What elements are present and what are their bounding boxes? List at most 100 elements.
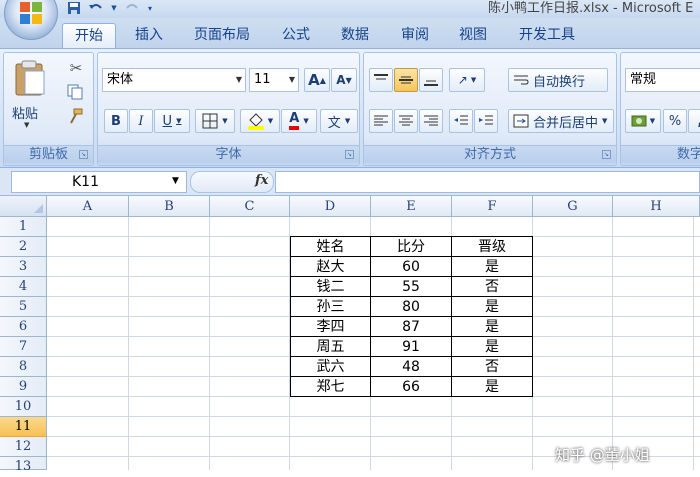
tab-home[interactable]: 开始 xyxy=(62,23,116,48)
table-cell[interactable]: 55 xyxy=(370,276,452,297)
table-cell[interactable]: 60 xyxy=(370,256,452,277)
percent-style-button[interactable]: % xyxy=(663,109,687,133)
table-cell[interactable]: 91 xyxy=(370,336,452,357)
insert-function-button[interactable]: fx xyxy=(255,173,268,188)
office-logo-icon xyxy=(20,2,42,24)
tab-page-layout[interactable]: 页面布局 xyxy=(185,23,259,48)
column-header-a[interactable]: A xyxy=(47,196,129,217)
worksheet-grid[interactable]: A B C D E F G H 1 2 3 4 5 6 7 8 9 10 11 … xyxy=(0,196,700,474)
row-header-1[interactable]: 1 xyxy=(0,217,47,237)
table-cell[interactable]: 赵大 xyxy=(290,256,371,277)
undo-dropdown-icon[interactable]: ▼ xyxy=(110,1,118,15)
table-cell[interactable]: 周五 xyxy=(290,336,371,357)
tab-view[interactable]: 视图 xyxy=(448,23,498,48)
row-header-13[interactable]: 13 xyxy=(0,457,47,474)
italic-button[interactable]: I xyxy=(129,109,153,133)
table-cell[interactable]: 80 xyxy=(370,296,452,317)
customize-qat-icon[interactable]: ▾ xyxy=(146,1,154,15)
redo-icon[interactable] xyxy=(124,1,140,15)
underline-button[interactable]: U ▼ xyxy=(154,109,190,133)
grow-font-button[interactable]: A ▲ xyxy=(304,68,330,92)
column-header-h[interactable]: H xyxy=(613,196,700,217)
row-header-12[interactable]: 12 xyxy=(0,437,47,457)
font-size-combo[interactable]: 11 ▼ xyxy=(249,68,299,92)
column-header-c[interactable]: C xyxy=(210,196,290,217)
cut-icon[interactable]: ✂ xyxy=(66,59,86,79)
table-cell[interactable]: 是 xyxy=(451,336,533,357)
tab-data[interactable]: 数据 xyxy=(330,23,380,48)
wrap-text-button[interactable]: 自动换行 xyxy=(508,68,608,92)
align-left-button[interactable] xyxy=(369,109,393,133)
tab-formulas[interactable]: 公式 xyxy=(271,23,321,48)
bold-button[interactable]: B xyxy=(104,109,128,133)
select-all-button[interactable] xyxy=(0,196,47,217)
phonetic-guide-button[interactable]: 文 ▼ xyxy=(320,109,358,133)
orientation-button[interactable]: ↗ ▼ xyxy=(449,68,485,92)
row-header-8[interactable]: 8 xyxy=(0,357,47,377)
column-header-g[interactable]: G xyxy=(533,196,613,217)
alignment-launcher-icon[interactable]: ↘ xyxy=(602,150,611,159)
shrink-font-button[interactable]: A ▼ xyxy=(331,68,357,92)
borders-button[interactable]: ▼ xyxy=(195,109,235,133)
table-cell[interactable]: 48 xyxy=(370,356,452,377)
percent-icon: % xyxy=(668,113,682,129)
undo-icon[interactable] xyxy=(88,1,104,15)
save-icon[interactable] xyxy=(66,1,82,15)
align-right-button[interactable] xyxy=(419,109,443,133)
name-box[interactable]: K11 xyxy=(11,171,187,193)
row-header-11[interactable]: 11 xyxy=(0,417,47,437)
column-header-e[interactable]: E xyxy=(371,196,452,217)
number-format-combo[interactable]: 常规 xyxy=(625,68,700,92)
clipboard-launcher-icon[interactable]: ↘ xyxy=(79,150,88,159)
table-cell[interactable]: 是 xyxy=(451,316,533,337)
row-header-5[interactable]: 5 xyxy=(0,297,47,317)
column-header-b[interactable]: B xyxy=(129,196,210,217)
tab-review[interactable]: 审阅 xyxy=(390,23,440,48)
header-cell-score[interactable]: 比分 xyxy=(370,236,452,257)
table-cell[interactable]: 否 xyxy=(451,356,533,377)
table-cell[interactable]: 武六 xyxy=(290,356,371,377)
table-cell[interactable]: 否 xyxy=(451,276,533,297)
font-color-button[interactable]: A ▼ xyxy=(281,109,317,133)
table-cell[interactable]: 87 xyxy=(370,316,452,337)
comma-style-button[interactable]: , xyxy=(688,109,700,133)
table-cell[interactable]: 钱二 xyxy=(290,276,371,297)
table-cell[interactable]: 是 xyxy=(451,256,533,277)
row-header-7[interactable]: 7 xyxy=(0,337,47,357)
font-name-combo[interactable]: 宋体 ▼ xyxy=(102,68,246,92)
copy-icon[interactable] xyxy=(66,83,86,103)
table-cell[interactable]: 是 xyxy=(451,376,533,397)
merge-center-button[interactable]: 合并后居中 ▼ xyxy=(508,109,614,133)
increase-indent-button[interactable] xyxy=(474,109,498,133)
header-cell-advance[interactable]: 晋级 xyxy=(451,236,533,257)
table-cell[interactable]: 李四 xyxy=(290,316,371,337)
column-header-f[interactable]: F xyxy=(452,196,533,217)
fill-color-button[interactable]: ▼ xyxy=(240,109,280,133)
merge-center-label: 合并后居中 xyxy=(533,115,599,131)
font-launcher-icon[interactable]: ↘ xyxy=(345,150,354,159)
row-header-6[interactable]: 6 xyxy=(0,317,47,337)
row-header-3[interactable]: 3 xyxy=(0,257,47,277)
table-cell[interactable]: 孙三 xyxy=(290,296,371,317)
column-header-d[interactable]: D xyxy=(290,196,371,217)
table-cell[interactable]: 是 xyxy=(451,296,533,317)
format-painter-icon[interactable] xyxy=(66,107,86,127)
row-header-4[interactable]: 4 xyxy=(0,277,47,297)
row-header-9[interactable]: 9 xyxy=(0,377,47,397)
accounting-format-button[interactable]: ▼ xyxy=(625,109,661,133)
table-cell[interactable]: 66 xyxy=(370,376,452,397)
align-center-button[interactable] xyxy=(394,109,418,133)
paste-button[interactable]: 粘贴 ▼ xyxy=(10,57,50,133)
row-header-2[interactable]: 2 xyxy=(0,237,47,257)
tab-developer[interactable]: 开发工具 xyxy=(510,23,584,48)
align-middle-button[interactable] xyxy=(394,68,418,92)
tab-insert[interactable]: 插入 xyxy=(124,23,174,48)
decrease-indent-button[interactable] xyxy=(449,109,473,133)
align-bottom-button[interactable] xyxy=(419,68,443,92)
header-cell-name[interactable]: 姓名 xyxy=(290,236,371,257)
row-header-10[interactable]: 10 xyxy=(0,397,47,417)
align-top-button[interactable] xyxy=(369,68,393,92)
formula-input[interactable] xyxy=(275,171,700,193)
name-box-dropdown-icon[interactable]: ▼ xyxy=(172,176,179,186)
table-cell[interactable]: 郑七 xyxy=(290,376,371,397)
